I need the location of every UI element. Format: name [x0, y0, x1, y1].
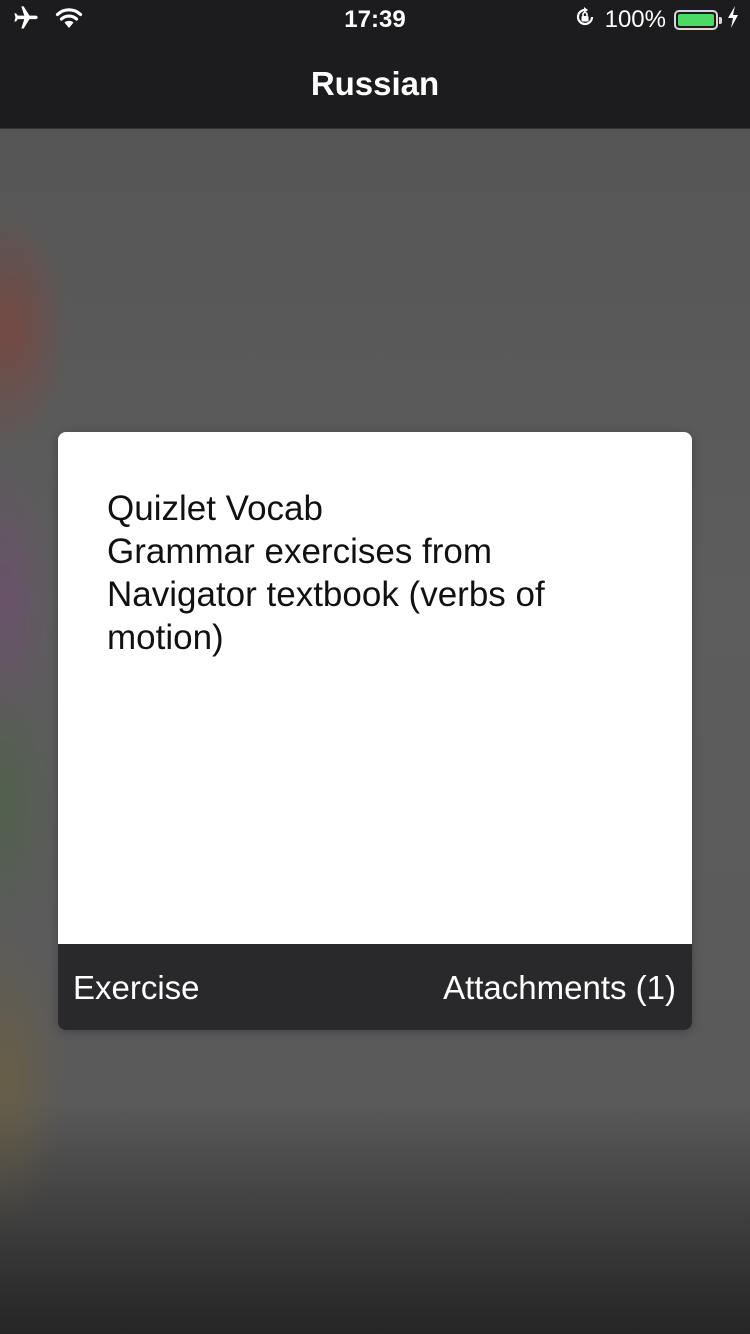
- charging-icon: [726, 5, 740, 36]
- battery-cap: [719, 17, 722, 24]
- card-description: Quizlet Vocab Grammar exercises from Nav…: [107, 487, 627, 659]
- rotation-lock-icon: [573, 5, 597, 36]
- page-title: Russian: [310, 65, 440, 102]
- card-footer: Exercise Attachments (1): [58, 944, 692, 1030]
- battery-percent: 100%: [604, 6, 666, 33]
- status-right-group: 100%: [573, 5, 740, 36]
- navigation-bar: Russian: [0, 40, 750, 129]
- assignment-card[interactable]: Quizlet Vocab Grammar exercises from Nav…: [58, 432, 692, 1030]
- status-bar: 17:39 100%: [0, 0, 750, 40]
- exercise-type-label[interactable]: Exercise: [73, 968, 200, 1008]
- battery-level-fill: [678, 14, 714, 26]
- card-line: Grammar exercises from Navigator textboo…: [107, 532, 545, 657]
- card-body[interactable]: Quizlet Vocab Grammar exercises from Nav…: [58, 432, 692, 944]
- card-line: Quizlet Vocab: [107, 489, 323, 528]
- battery-icon: [674, 10, 722, 30]
- attachments-button[interactable]: Attachments (1): [443, 968, 676, 1008]
